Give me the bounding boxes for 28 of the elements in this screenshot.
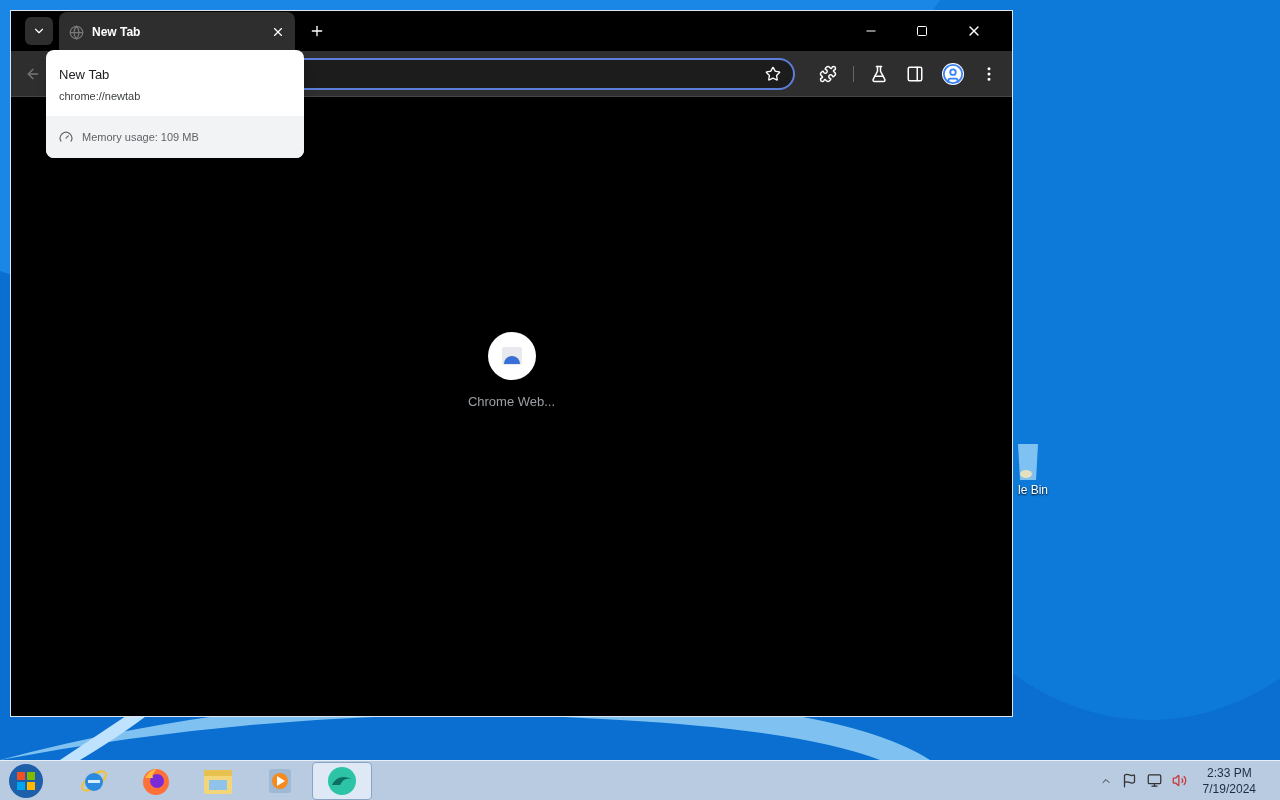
tab-title: New Tab — [92, 24, 142, 41]
maximize-icon[interactable] — [916, 25, 928, 37]
flag-icon[interactable] — [1121, 773, 1137, 788]
speaker-icon[interactable] — [1171, 773, 1187, 788]
browser-tab[interactable]: New Tab — [59, 12, 295, 52]
clock-date: 7/19/2024 — [1202, 780, 1256, 797]
taskbar-button[interactable] — [312, 761, 372, 800]
tab-search-button[interactable] — [25, 17, 53, 45]
memory-usage-text: Memory usage: 109 MB — [82, 129, 199, 145]
network-icon[interactable] — [1146, 773, 1162, 788]
clock[interactable]: 2:33 PM 7/19/2024 — [1202, 764, 1256, 797]
icon-label: le Bin — [1018, 484, 1049, 496]
wave-globe-icon — [326, 764, 358, 797]
profile-icon[interactable] — [942, 62, 964, 85]
store-icon — [500, 345, 523, 366]
shortcut-label: Chrome Web... — [467, 392, 556, 411]
flask-icon[interactable] — [870, 64, 888, 83]
bookmark-star-icon[interactable] — [765, 65, 781, 82]
gauge-icon — [59, 130, 73, 144]
globe-icon — [69, 24, 84, 40]
extensions-icon[interactable] — [819, 64, 837, 83]
side-panel-icon[interactable] — [906, 64, 924, 83]
clock-time: 2:33 PM — [1206, 764, 1252, 781]
card-url: chrome://newtab — [59, 88, 142, 104]
close-icon[interactable] — [271, 25, 285, 39]
card-title: New Tab — [59, 66, 111, 84]
new-tab-icon[interactable] — [309, 23, 325, 39]
start-orb-icon[interactable] — [8, 762, 44, 799]
